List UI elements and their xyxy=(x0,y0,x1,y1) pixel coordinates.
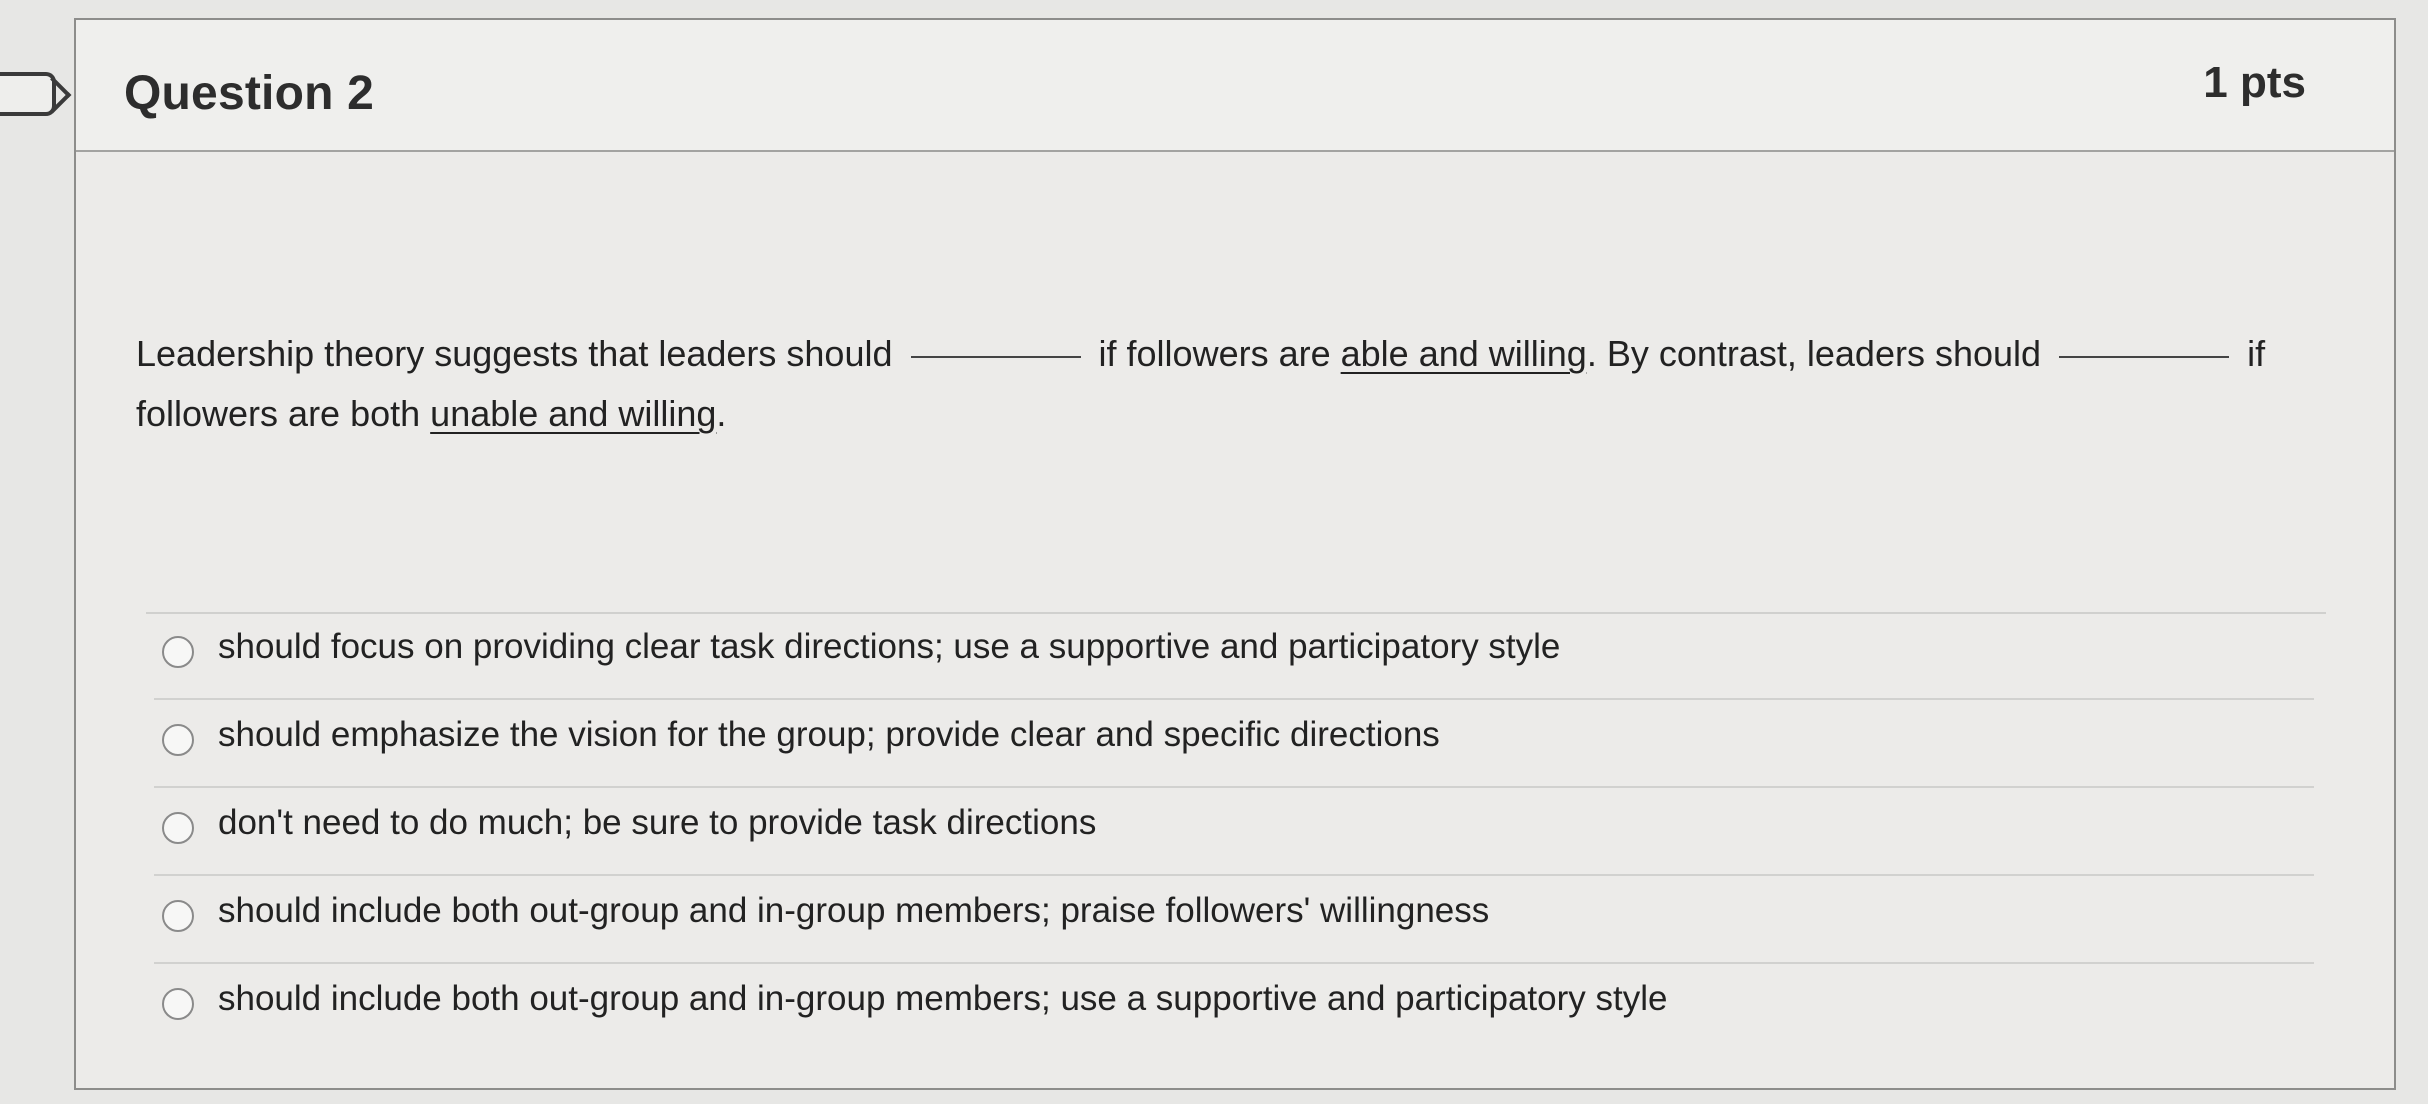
question-text-part-5: followers are both xyxy=(136,393,421,434)
question-text-part-3: . By contrast, leaders should xyxy=(1586,333,2042,374)
question-text-part-6: . xyxy=(716,393,727,434)
answer-option-1[interactable]: should focus on providing clear task dir… xyxy=(154,612,2314,700)
answer-blank-1 xyxy=(910,356,1081,358)
radio-button-4[interactable] xyxy=(162,900,194,932)
underlined-phrase-able-willing: able and willing xyxy=(1340,333,1587,374)
radio-button-1[interactable] xyxy=(162,636,194,668)
question-points: 1 pts xyxy=(2203,58,2306,107)
radio-button-2[interactable] xyxy=(162,724,194,756)
question-title: Question 2 xyxy=(124,67,375,120)
answer-label-2: should emphasize the vision for the grou… xyxy=(218,715,1440,754)
answer-option-4[interactable]: should include both out-group and in-gro… xyxy=(154,876,2314,964)
radio-button-5[interactable] xyxy=(162,988,194,1020)
question-header: Question 2 1 pts xyxy=(76,20,2394,152)
answer-label-5: should include both out-group and in-gro… xyxy=(218,979,1668,1018)
question-card: Question 2 1 pts Leadership theory sugge… xyxy=(74,18,2396,1090)
answer-option-5[interactable]: should include both out-group and in-gro… xyxy=(154,964,2314,1052)
question-text-part-2: if followers are xyxy=(1098,333,1331,374)
question-text-part-4: if xyxy=(2247,333,2266,374)
answer-option-2[interactable]: should emphasize the vision for the grou… xyxy=(154,700,2314,788)
question-prompt: Leadership theory suggests that leaders … xyxy=(136,324,2396,444)
answer-option-3[interactable]: don't need to do much; be sure to provid… xyxy=(154,788,2314,876)
question-text-part-1: Leadership theory suggests that leaders … xyxy=(136,333,893,374)
answer-label-1: should focus on providing clear task dir… xyxy=(218,627,1561,666)
question-flag-icon xyxy=(0,72,56,116)
radio-button-3[interactable] xyxy=(162,812,194,844)
answer-blank-2 xyxy=(2059,356,2230,358)
answer-label-4: should include both out-group and in-gro… xyxy=(218,891,1490,930)
underlined-phrase-unable-willing: unable and willing xyxy=(430,393,717,434)
answer-label-3: don't need to do much; be sure to provid… xyxy=(218,803,1097,842)
